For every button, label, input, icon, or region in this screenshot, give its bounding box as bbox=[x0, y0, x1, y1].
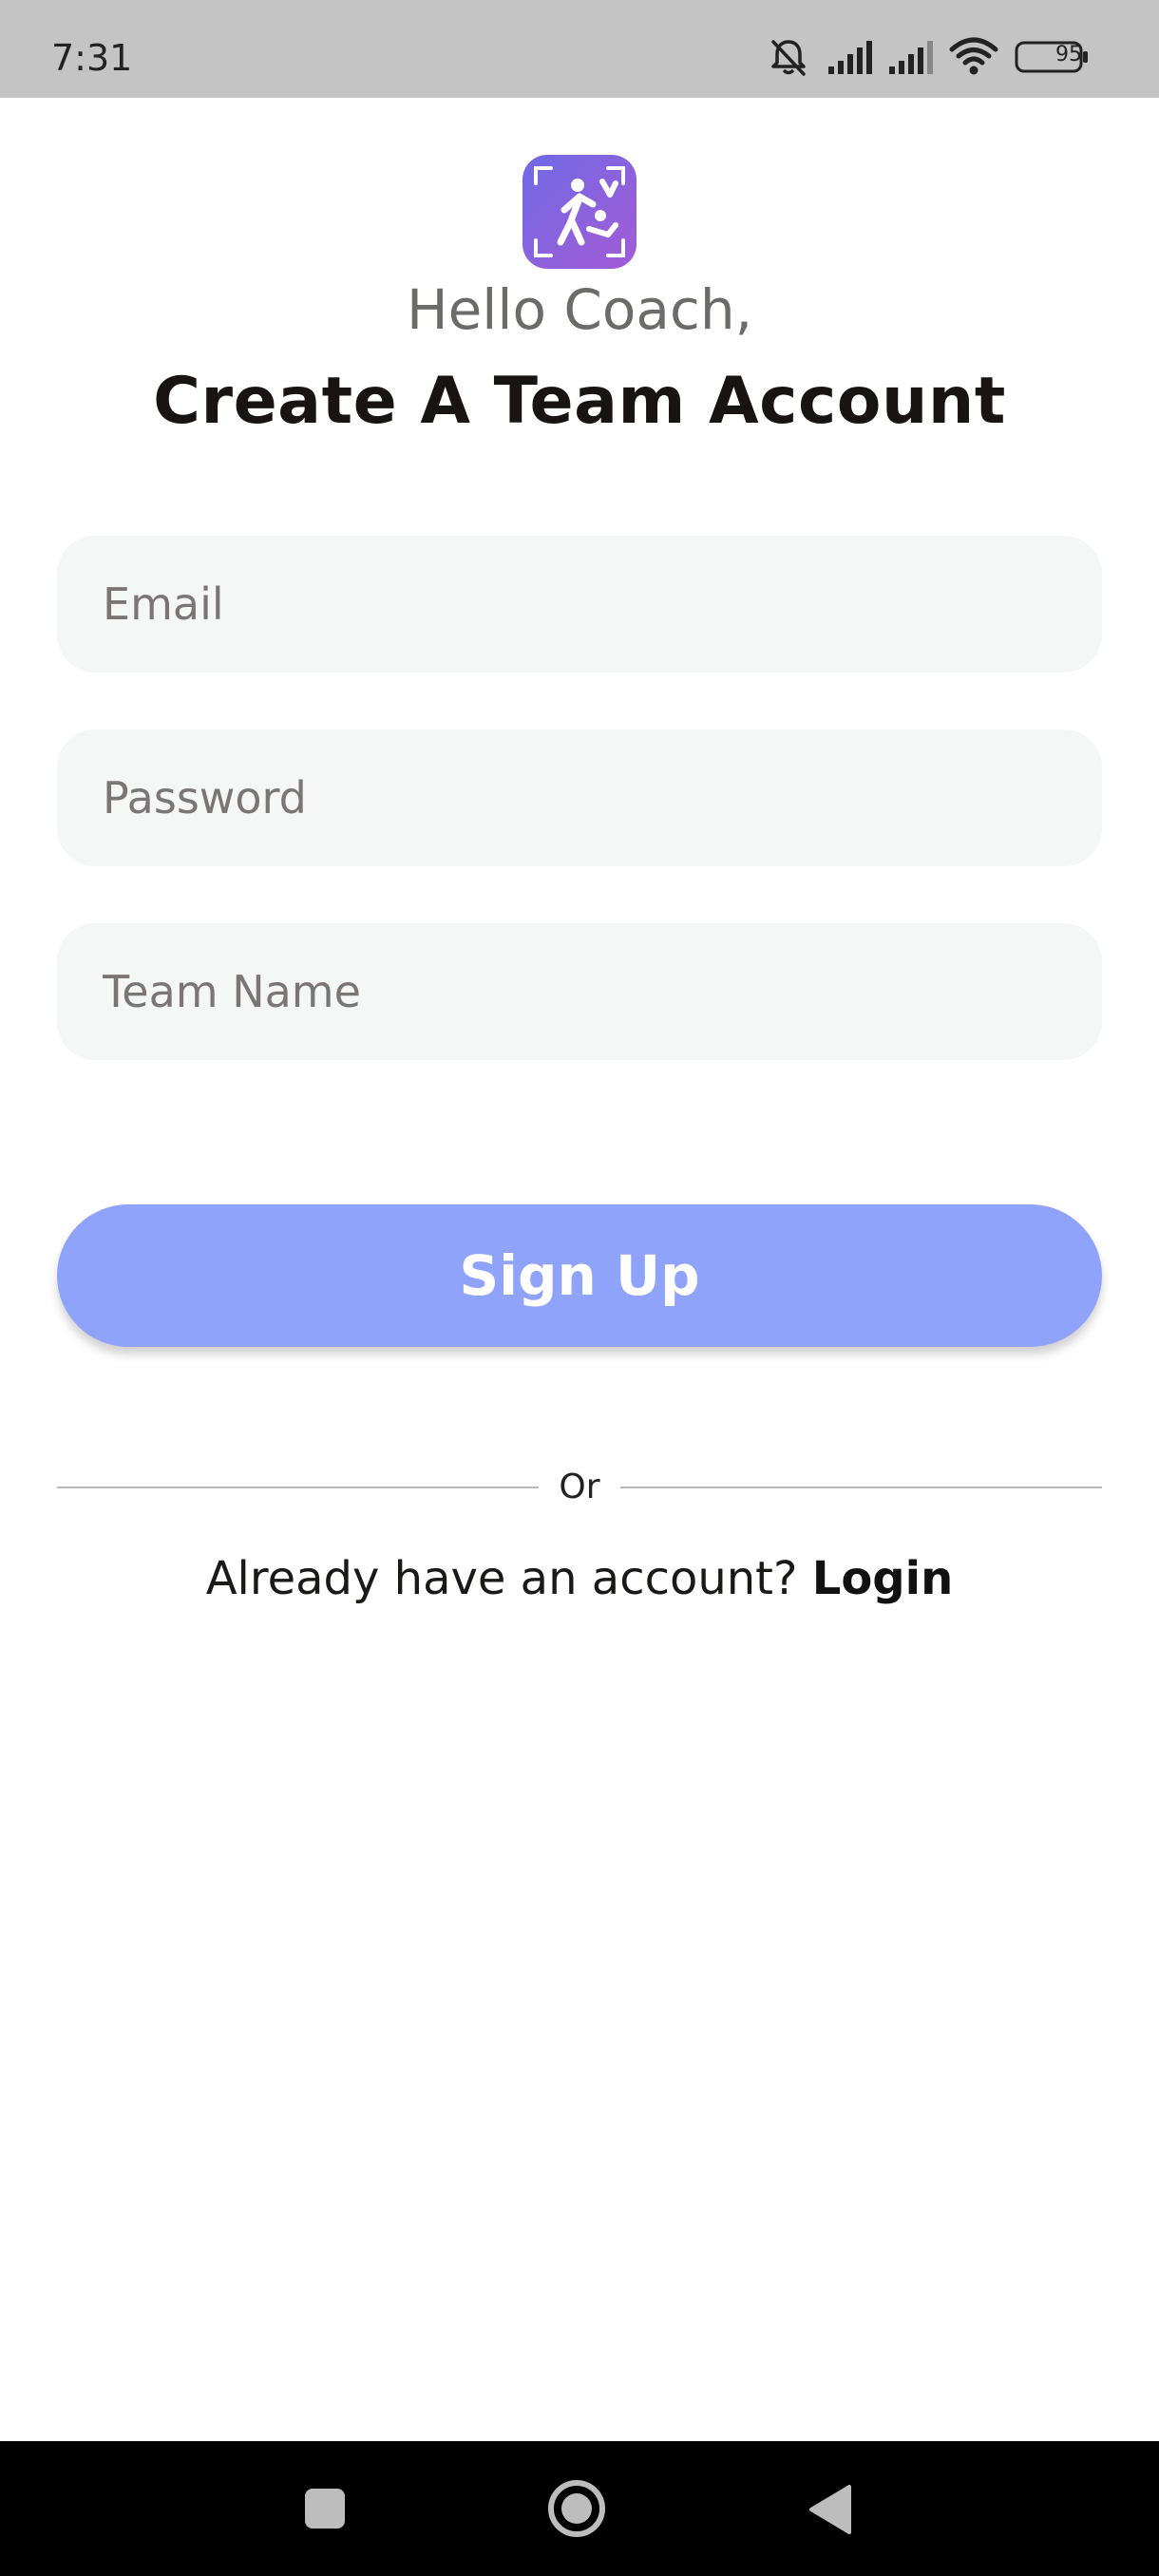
email-field-container bbox=[57, 536, 1102, 672]
password-field[interactable] bbox=[57, 729, 1102, 866]
navigation-bar bbox=[0, 2441, 1159, 2576]
email-field[interactable] bbox=[57, 536, 1102, 672]
bell-off-icon bbox=[771, 40, 806, 76]
login-link[interactable]: Login bbox=[812, 1552, 954, 1605]
battery-level: 95 bbox=[1055, 43, 1082, 66]
password-field-container bbox=[57, 729, 1102, 866]
status-bar: 7:31 95 bbox=[0, 0, 1159, 98]
signal-icon bbox=[889, 41, 933, 74]
sign-up-button[interactable]: Sign Up bbox=[57, 1204, 1102, 1347]
page-title: Create A Team Account bbox=[153, 364, 1006, 439]
divider-line-right bbox=[620, 1487, 1102, 1488]
login-prompt: Already have an account? Login bbox=[0, 1548, 1159, 1609]
status-time: 7:31 bbox=[51, 37, 133, 79]
divider-line-left bbox=[57, 1487, 539, 1488]
status-icons: 95 bbox=[760, 0, 1159, 98]
back-triangle-icon[interactable] bbox=[771, 2441, 885, 2576]
divider-label: Or bbox=[559, 1468, 600, 1506]
recents-square-icon[interactable] bbox=[268, 2441, 382, 2576]
signal-icon bbox=[828, 41, 872, 74]
login-prompt-text: Already have an account? bbox=[205, 1552, 812, 1605]
greeting-text: Hello Coach, bbox=[406, 277, 753, 342]
app-logo-icon bbox=[522, 155, 636, 269]
home-circle-icon[interactable] bbox=[520, 2441, 634, 2576]
wifi-icon bbox=[949, 37, 998, 75]
team-name-field[interactable] bbox=[57, 923, 1102, 1060]
team-name-field-container bbox=[57, 923, 1102, 1060]
